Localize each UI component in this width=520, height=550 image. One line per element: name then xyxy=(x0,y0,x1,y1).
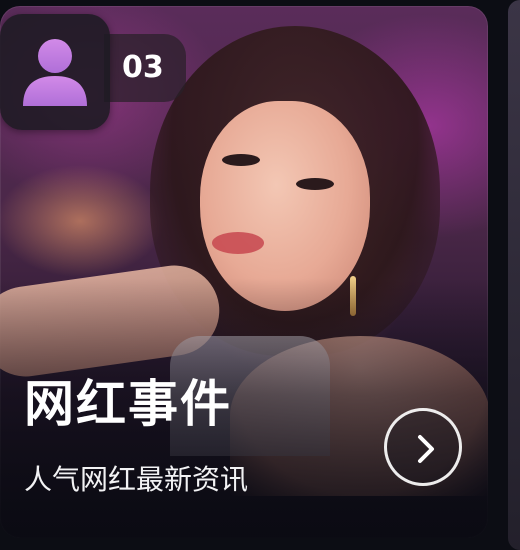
avatar-badge xyxy=(0,14,110,130)
photo-face xyxy=(200,101,370,311)
count-label: 03 xyxy=(122,50,164,85)
chevron-right-icon xyxy=(418,435,434,463)
card-title: 网红事件 xyxy=(24,375,232,433)
photo-earring xyxy=(350,276,356,316)
open-button[interactable] xyxy=(384,408,462,486)
photo-eye-right xyxy=(296,178,334,190)
photo-lips xyxy=(212,232,264,254)
photo-eye-left xyxy=(222,154,260,166)
card-subtitle: 人气网红最新资讯 xyxy=(24,463,249,496)
next-card-edge[interactable] xyxy=(508,0,520,550)
person-icon xyxy=(23,39,87,106)
